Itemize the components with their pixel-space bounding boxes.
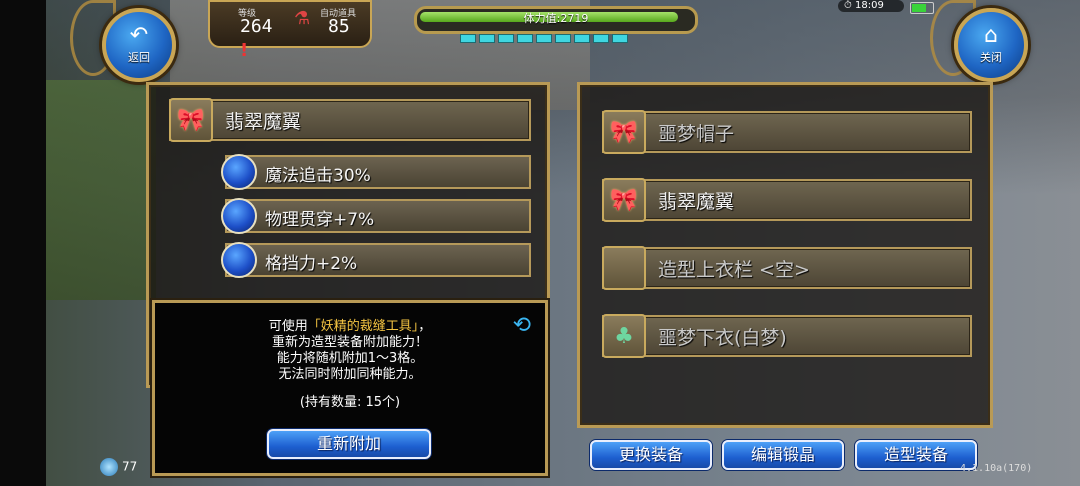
reattach-button[interactable]: 重新附加 <box>267 429 431 459</box>
close-label: 关闭 <box>980 51 1002 64</box>
bow-icon: 🎀 <box>602 110 646 154</box>
info-line-4: 无法同时附加同种能力。 <box>278 367 422 382</box>
mp-segment <box>460 34 476 43</box>
equipment-slot[interactable]: ♣ 噩梦下衣(白梦) <box>602 314 972 358</box>
back-button[interactable]: ↶ 返回 <box>102 8 176 82</box>
style-equipment-button[interactable]: 造型装备 <box>855 440 977 470</box>
equipment-slot[interactable]: 🎀 翡翠魔翼 <box>602 178 972 222</box>
close-button[interactable]: ⌂ 关闭 <box>954 8 1028 82</box>
mp-segment <box>479 34 495 43</box>
bottom-left-value: 77 <box>122 459 138 474</box>
equipment-slot-panel: 🎀 噩梦帽子 🎀 翡翠魔翼 造型上衣栏 <空> ♣ 噩梦下衣(白梦) <box>577 82 993 428</box>
auto-potion-value: 85 <box>328 16 350 37</box>
mp-bar <box>460 34 628 43</box>
mp-segment <box>517 34 533 43</box>
status-box: 等级 264 ⚗ 自动道具 85 <box>208 0 372 48</box>
battery-icon <box>910 2 934 14</box>
edit-crystal-button[interactable]: 编辑锻晶 <box>722 440 844 470</box>
wing-item-icon: 🎀 <box>169 98 213 142</box>
selected-item-row: 🎀 翡翠魔翼 <box>169 98 531 142</box>
blue-orb-icon <box>221 198 257 234</box>
attribute-text: 魔法追击30% <box>265 166 371 186</box>
home-icon: ⌂ <box>984 23 998 48</box>
equipment-slot[interactable]: 造型上衣栏 <空> <box>602 246 972 290</box>
hp-bar: 体力值:2719 <box>414 6 698 34</box>
version-text: 4.1.10a(170) <box>960 463 1033 474</box>
mp-segment <box>593 34 609 43</box>
back-arrow-icon: ↶ <box>129 23 149 48</box>
back-label: 返回 <box>128 51 150 64</box>
mp-segment <box>555 34 571 43</box>
refresh-icon[interactable]: ⟲ <box>513 313 531 338</box>
mp-segment <box>574 34 590 43</box>
warning-icon[interactable]: ! <box>240 40 248 64</box>
slot-name: 噩梦下衣(白梦) <box>658 327 787 349</box>
blue-orb-icon <box>221 242 257 278</box>
reattach-info-box: 可使用「妖精的裁缝工具」， 重新为造型装备附加能力！ 能力将随机附加1～3格。 … <box>152 300 548 476</box>
slot-name: 翡翠魔翼 <box>658 191 735 213</box>
level-value: 264 <box>240 16 273 37</box>
potion-icon: ⚗ <box>294 8 311 29</box>
attribute-row: 魔法追击30% <box>221 154 531 190</box>
mp-segment <box>612 34 628 43</box>
attribute-text: 格挡力+2% <box>265 254 358 274</box>
slot-name: 造型上衣栏 <空> <box>658 259 810 281</box>
slot-name: 噩梦帽子 <box>658 123 735 145</box>
screen-edge <box>0 0 46 486</box>
change-equipment-button[interactable]: 更换装备 <box>590 440 712 470</box>
status-orb-icon <box>100 458 118 476</box>
clock: ⏱ 18:09 <box>838 0 904 12</box>
item-count-text: (持有数量: 15个) <box>299 395 401 410</box>
hp-label: 体力值:2719 <box>523 12 589 25</box>
attribute-text: 物理贯穿+7% <box>265 210 375 230</box>
equipment-slot[interactable]: 🎀 噩梦帽子 <box>602 110 972 154</box>
blue-orb-icon <box>221 154 257 190</box>
clock-time: 18:09 <box>854 0 884 11</box>
selected-item-name: 翡翠魔翼 <box>225 111 302 133</box>
bow-icon: 🎀 <box>602 178 646 222</box>
background-grass <box>46 80 156 300</box>
armor-icon: ♣ <box>602 314 646 358</box>
attribute-row: 格挡力+2% <box>221 242 531 278</box>
mp-segment <box>536 34 552 43</box>
empty-slot-icon <box>602 246 646 290</box>
bottom-left-indicator[interactable]: 77 <box>100 458 137 476</box>
attribute-row: 物理贯穿+7% <box>221 198 531 234</box>
mp-segment <box>498 34 514 43</box>
